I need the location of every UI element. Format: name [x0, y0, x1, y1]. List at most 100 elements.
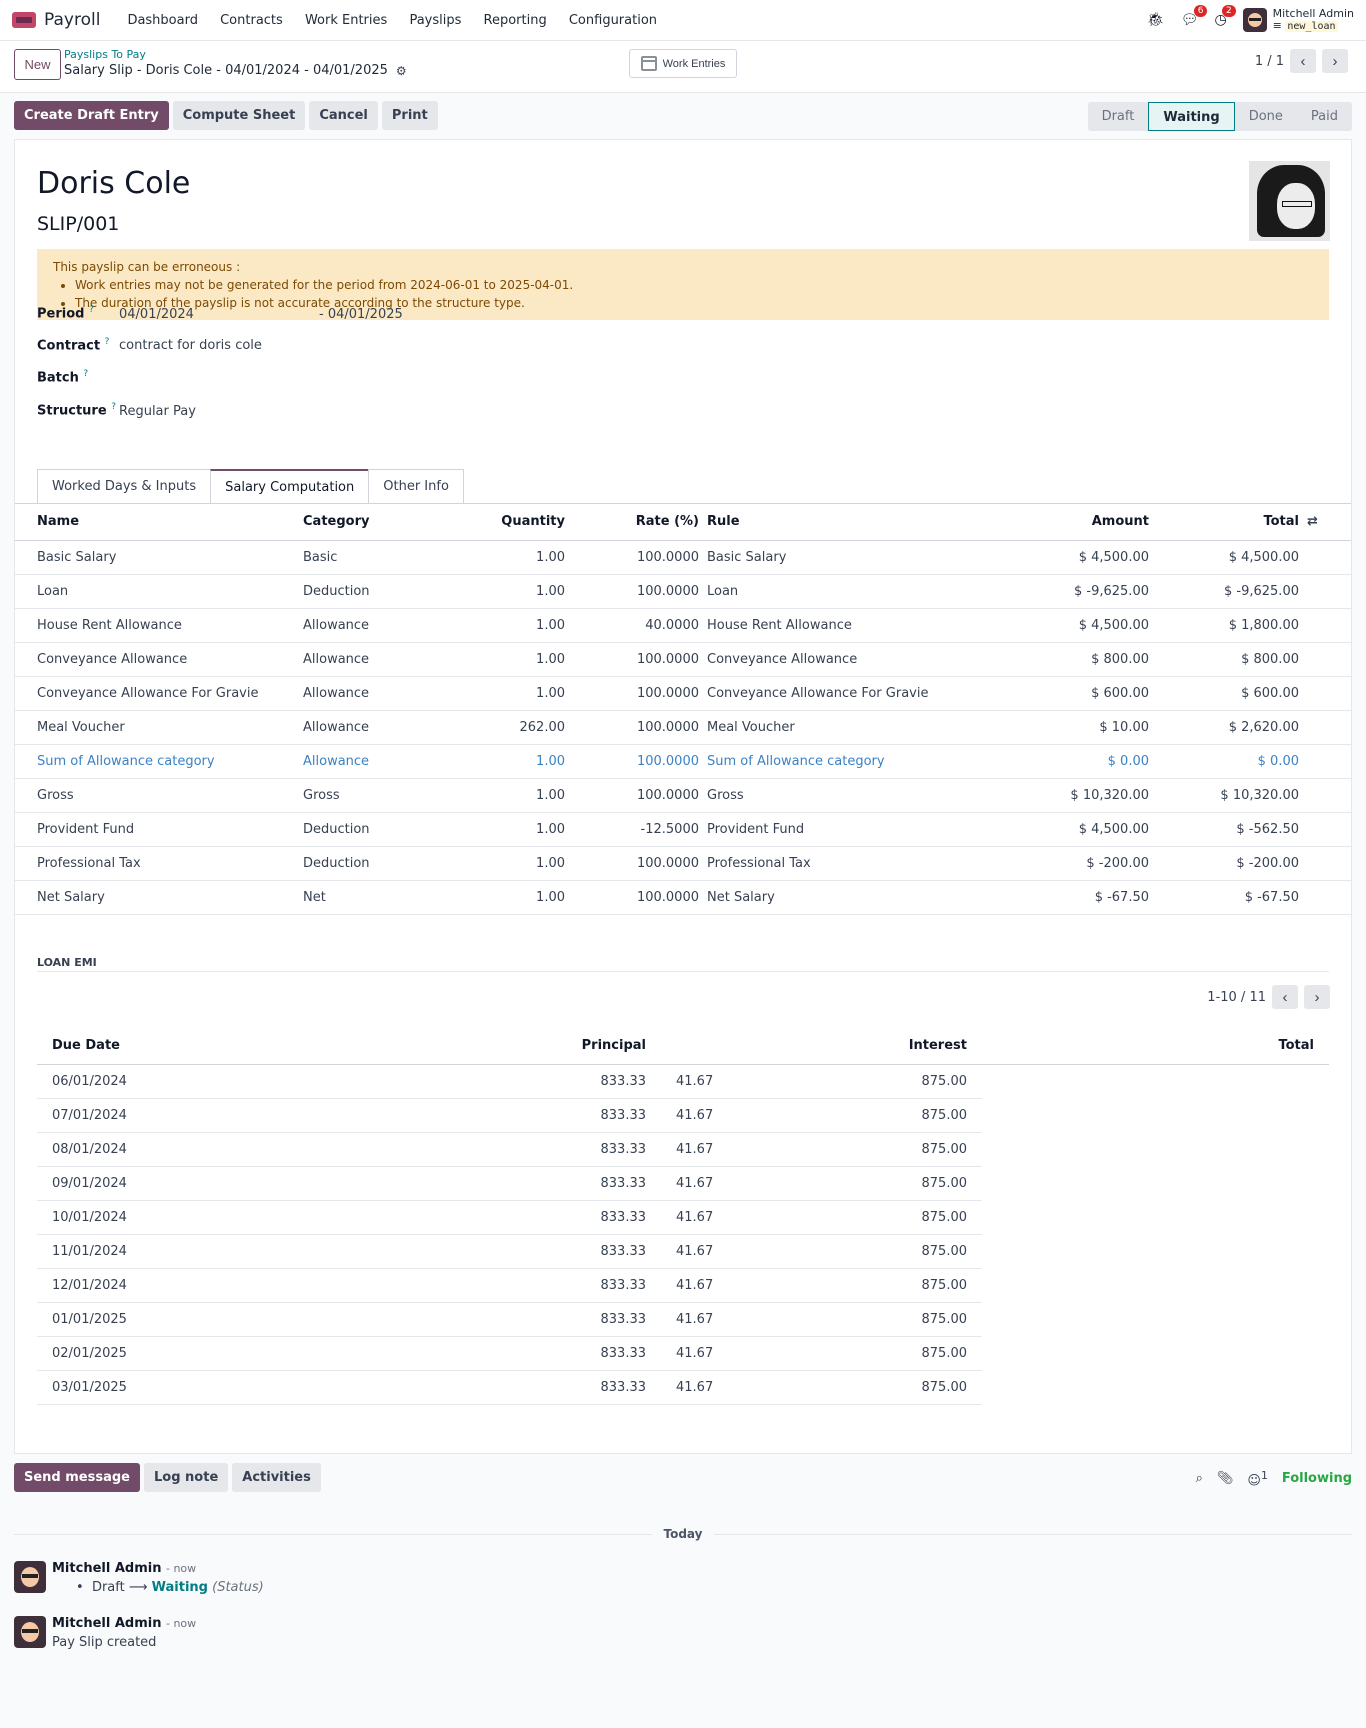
contract-field[interactable]: contract for doris cole — [119, 338, 262, 353]
log-note-button[interactable]: Log note — [144, 1463, 229, 1492]
loan-row[interactable]: 10/01/2024833.33833.3341.67875.00 — [37, 1200, 1329, 1235]
cell-principal-value: 833.33 — [600, 1107, 647, 1123]
stage-done[interactable]: Done — [1235, 102, 1297, 131]
message-author[interactable]: Mitchell Admin — [52, 1561, 161, 1576]
salary-row[interactable]: Gross Gross 1.00 100.0000 Gross $ 10,320.00 $ … — [15, 778, 1351, 813]
gear-icon[interactable]: ⚙ — [396, 64, 407, 78]
loan-row[interactable]: 11/01/2024833.33833.3341.67875.00 — [37, 1234, 1329, 1269]
loan-row[interactable]: 09/01/2024833.33833.3341.67875.00 — [37, 1166, 1329, 1201]
salary-row[interactable]: Conveyance Allowance For Gravie Allowance… — [15, 676, 1351, 711]
employee-photo[interactable] — [1249, 161, 1330, 241]
new-button[interactable]: New — [14, 49, 61, 80]
loan-pager-next-button[interactable]: › — [1304, 985, 1330, 1009]
work-entries-button[interactable]: Work Entries — [629, 49, 737, 78]
col-quantity[interactable]: Quantity — [449, 504, 569, 541]
author-avatar[interactable] — [14, 1561, 46, 1593]
due-date-value: 08/01/2024 — [52, 1141, 127, 1157]
col-rate[interactable]: Rate (%) — [569, 504, 703, 541]
cancel-button[interactable]: Cancel — [309, 101, 378, 130]
stage-waiting[interactable]: Waiting — [1148, 102, 1235, 131]
cell-due-date: 11/01/2024 833.33 — [37, 1234, 661, 1269]
salary-row[interactable]: Net Salary Net 1.00 100.0000 Net Salary $ -67… — [15, 880, 1351, 915]
cell-total: $ -200.00 — [1153, 846, 1303, 881]
employee-name[interactable]: Doris Cole — [37, 166, 190, 201]
col-category[interactable]: Category — [299, 504, 449, 541]
menu-configuration[interactable]: Configuration — [569, 13, 657, 28]
cell-quantity: 1.00 — [449, 846, 569, 881]
cell-category: Gross — [299, 778, 449, 813]
cell-rate: 100.0000 — [569, 880, 703, 915]
messages-icon[interactable]: 💬︎ 6 — [1181, 5, 1208, 28]
stage-draft[interactable]: Draft — [1088, 102, 1149, 131]
cell-name: House Rent Allowance — [15, 608, 299, 643]
salary-row[interactable]: Professional Tax Deduction 1.00 100.0000 Pro… — [15, 846, 1351, 881]
attachment-icon[interactable]: 📎︎ — [1217, 1471, 1234, 1486]
debug-bug-icon[interactable]: 🐞︎ — [1147, 12, 1165, 28]
cell-name: Provident Fund — [15, 812, 299, 847]
salary-row[interactable]: Meal Voucher Allowance 262.00 100.0000 Meal … — [15, 710, 1351, 745]
salary-row[interactable]: Loan Deduction 1.00 100.0000 Loan $ -9,625.00… — [15, 574, 1351, 609]
pager-value[interactable]: 1 / 1 — [1255, 54, 1284, 69]
menu-reporting[interactable]: Reporting — [484, 13, 547, 28]
loan-row[interactable]: 12/01/2024833.33833.3341.67875.00 — [37, 1268, 1329, 1303]
loan-row[interactable]: 01/01/2025833.33833.3341.67875.00 — [37, 1302, 1329, 1337]
salary-row[interactable]: House Rent Allowance Allowance 1.00 40.0000… — [15, 608, 1351, 643]
activities-clock-icon[interactable]: ◷ 2 — [1214, 5, 1236, 28]
loan-row[interactable]: 06/01/2024833.33833.3341.67875.00 — [37, 1064, 1329, 1099]
loan-row[interactable]: 03/01/2025833.33833.3341.67875.00 — [37, 1370, 1329, 1405]
message-author[interactable]: Mitchell Admin — [52, 1616, 161, 1631]
col-loan-total[interactable]: Total — [982, 1028, 1329, 1065]
cell-total: $ 10,320.00 — [1153, 778, 1303, 813]
cell-total: $ 2,620.00 — [1153, 710, 1303, 745]
salary-row[interactable]: Basic Salary Basic 1.00 100.0000 Basic Salar… — [15, 540, 1351, 575]
loan-pager-value[interactable]: 1-10 / 11 — [1207, 990, 1266, 1005]
pager-previous-button[interactable]: ‹ — [1290, 49, 1316, 73]
col-due-date[interactable]: Due Date — [37, 1028, 661, 1065]
salary-row[interactable]: Provident Fund Deduction 1.00 -12.5000 Provi… — [15, 812, 1351, 847]
followers-icon[interactable]: ☺1 — [1247, 1469, 1267, 1488]
breadcrumb-payslips-to-pay[interactable]: Payslips To Pay — [64, 48, 146, 61]
following-button[interactable]: Following — [1282, 1471, 1352, 1486]
payslip-reference[interactable]: SLIP/001 — [37, 213, 119, 235]
user-menu[interactable]: Mitchell Admin ≡ new_loan — [1242, 7, 1354, 33]
payroll-app-icon[interactable] — [12, 12, 36, 28]
tab-worked-days-inputs[interactable]: Worked Days & Inputs — [37, 469, 212, 503]
salary-row[interactable]: Sum of Allowance category Allowance 1.00 10… — [15, 744, 1351, 779]
loan-pager-previous-button[interactable]: ‹ — [1272, 985, 1298, 1009]
tab-salary-computation[interactable]: Salary Computation — [210, 469, 370, 503]
salary-row[interactable]: Conveyance Allowance Allowance 1.00 100.000… — [15, 642, 1351, 677]
create-draft-entry-button[interactable]: Create Draft Entry — [14, 101, 169, 130]
compute-sheet-button[interactable]: Compute Sheet — [172, 101, 306, 130]
cell-rate: 100.0000 — [569, 676, 703, 711]
cell-category: Deduction — [299, 846, 449, 881]
col-rule[interactable]: Rule — [703, 504, 1003, 541]
print-button[interactable]: Print — [381, 101, 438, 130]
alert-item: Work entries may not be generated for th… — [75, 276, 1313, 294]
period-to-field[interactable]: - 04/01/2025 — [319, 307, 403, 322]
app-name[interactable]: Payroll — [44, 10, 100, 30]
author-avatar[interactable] — [14, 1616, 46, 1648]
cell-quantity: 1.00 — [449, 540, 569, 575]
period-from-field[interactable]: 04/01/2024 — [119, 307, 194, 322]
loan-row[interactable]: 02/01/2025833.33833.3341.67875.00 — [37, 1336, 1329, 1371]
tab-other-info[interactable]: Other Info — [368, 469, 464, 503]
pager-next-button[interactable]: › — [1322, 49, 1348, 73]
col-interest[interactable]: Interest — [661, 1028, 982, 1065]
col-amount[interactable]: Amount — [1003, 504, 1153, 541]
stage-paid[interactable]: Paid — [1297, 102, 1352, 131]
col-total[interactable]: Total — [1153, 504, 1303, 541]
menu-work-entries[interactable]: Work Entries — [305, 13, 387, 28]
menu-contracts[interactable]: Contracts — [220, 13, 283, 28]
loan-row[interactable]: 08/01/2024833.33833.3341.67875.00 — [37, 1132, 1329, 1167]
search-icon[interactable]: ⌕ — [1196, 1471, 1203, 1486]
loan-emi-table: Due Date Interest Total 06/01/2024 833.33… — [37, 1028, 1329, 1405]
send-message-button[interactable]: Send message — [14, 1463, 140, 1492]
activities-button[interactable]: Activities — [232, 1463, 321, 1492]
menu-payslips[interactable]: Payslips — [409, 13, 461, 28]
structure-field[interactable]: Regular Pay — [119, 404, 196, 419]
col-name[interactable]: Name — [15, 504, 299, 541]
optional-columns-icon[interactable]: ⇄ — [1307, 514, 1318, 529]
database-icon: ≡ — [1272, 18, 1282, 32]
loan-row[interactable]: 07/01/2024833.33833.3341.67875.00 — [37, 1098, 1329, 1133]
menu-dashboard[interactable]: Dashboard — [127, 13, 198, 28]
